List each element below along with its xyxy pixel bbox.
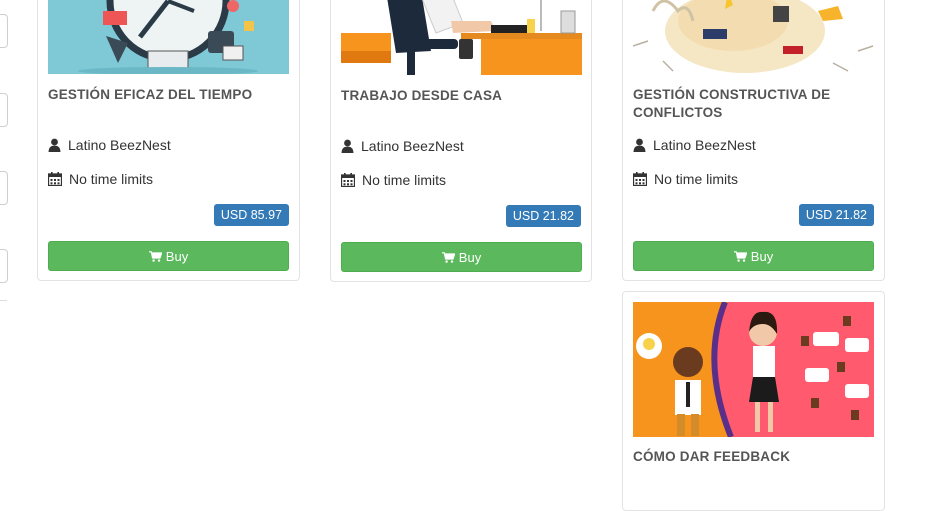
buy-button[interactable]: Buy xyxy=(633,241,874,271)
buy-label: Buy xyxy=(165,248,189,264)
sidebar-input-stub[interactable] xyxy=(0,14,8,48)
sidebar-input-stub[interactable] xyxy=(0,249,8,283)
course-duration: No time limits xyxy=(48,171,153,187)
sidebar-divider xyxy=(0,300,7,301)
course-title[interactable]: GESTIÓN CONSTRUCTIVA DE CONFLICTOS xyxy=(633,86,878,122)
buy-button[interactable]: Buy xyxy=(341,242,582,272)
course-thumbnail xyxy=(633,302,874,437)
calendar-icon xyxy=(48,172,62,186)
course-card: GESTIÓN EFICAZ DEL TIEMPO Latino BeezNes… xyxy=(37,0,300,281)
duration-text: No time limits xyxy=(654,171,739,187)
user-icon xyxy=(48,138,61,152)
course-card: GESTIÓN CONSTRUCTIVA DE CONFLICTOS Latin… xyxy=(622,0,885,281)
course-thumbnail xyxy=(341,0,582,75)
course-thumbnail xyxy=(48,0,289,74)
course-author: Latino BeezNest xyxy=(633,137,756,153)
calendar-icon xyxy=(341,173,355,187)
author-name: Latino BeezNest xyxy=(653,137,756,153)
user-icon xyxy=(633,138,646,152)
course-thumbnail xyxy=(633,0,874,74)
course-title[interactable]: GESTIÓN EFICAZ DEL TIEMPO xyxy=(48,86,293,104)
user-icon xyxy=(341,139,354,153)
buy-label: Buy xyxy=(458,249,482,265)
shopping-cart-icon xyxy=(441,251,455,263)
buy-button[interactable]: Buy xyxy=(48,241,289,271)
author-name: Latino BeezNest xyxy=(361,138,464,154)
course-author: Latino BeezNest xyxy=(48,137,171,153)
author-name: Latino BeezNest xyxy=(68,137,171,153)
course-card: CÓMO DAR FEEDBACK xyxy=(622,291,885,511)
duration-text: No time limits xyxy=(69,171,154,187)
duration-text: No time limits xyxy=(362,172,447,188)
course-title[interactable]: TRABAJO DESDE CASA xyxy=(341,87,586,105)
course-duration: No time limits xyxy=(633,171,738,187)
course-card: TRABAJO DESDE CASA Latino BeezNest No ti… xyxy=(330,0,592,282)
buy-label: Buy xyxy=(750,248,774,264)
shopping-cart-icon xyxy=(733,250,747,262)
sidebar-input-stub[interactable] xyxy=(0,171,8,205)
price-badge: USD 21.82 xyxy=(505,205,581,227)
course-duration: No time limits xyxy=(341,172,446,188)
sidebar-input-stub[interactable] xyxy=(0,93,8,127)
price-badge: USD 21.82 xyxy=(798,204,874,226)
course-title[interactable]: CÓMO DAR FEEDBACK xyxy=(633,448,878,466)
price-badge: USD 85.97 xyxy=(213,204,289,226)
calendar-icon xyxy=(633,172,647,186)
course-author: Latino BeezNest xyxy=(341,138,464,154)
shopping-cart-icon xyxy=(148,250,162,262)
